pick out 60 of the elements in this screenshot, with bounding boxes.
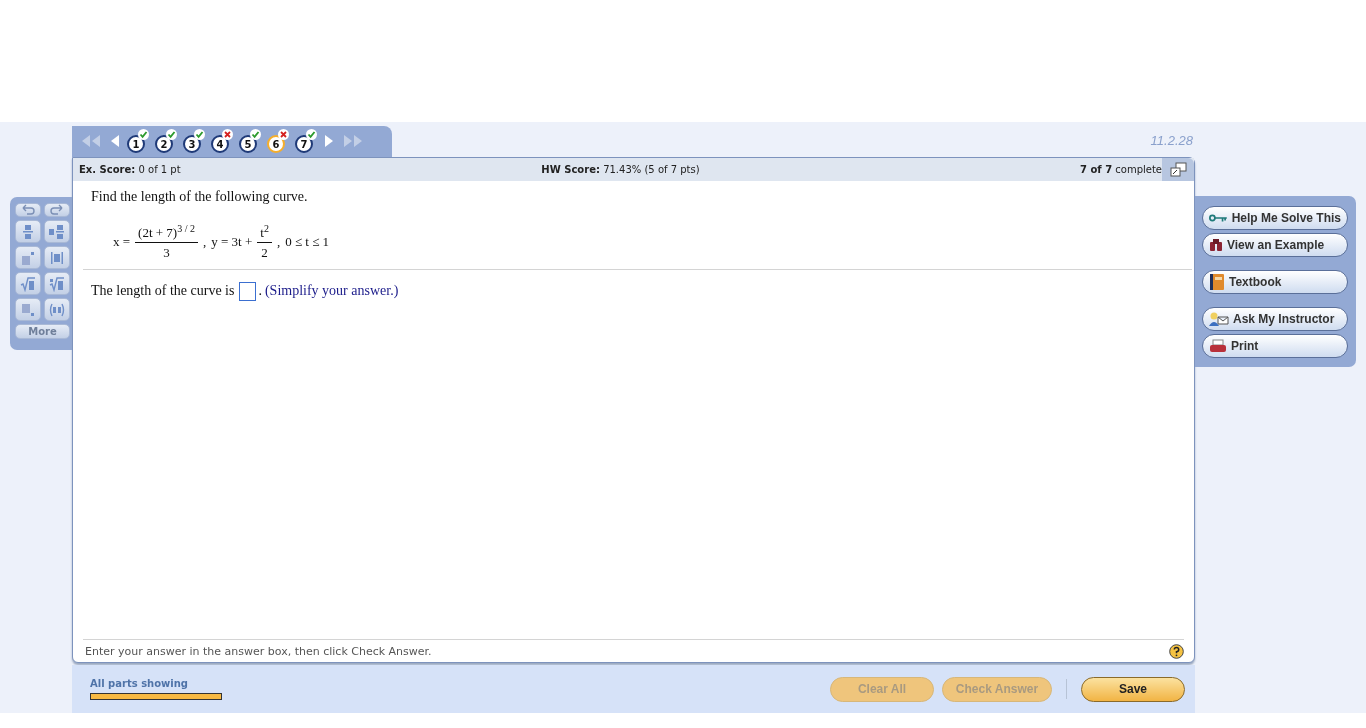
formula-text: , [203,233,207,250]
completion-status: 7 of 7 complete [1079,163,1162,175]
key-icon [1209,213,1228,223]
ordered-pair-button[interactable] [44,298,70,321]
exercise-score: Ex. Score: 0 of 1 pt [79,163,182,175]
square-root-icon[interactable] [20,275,36,292]
question-number[interactable]: 6 [267,135,285,154]
fraction-icon[interactable] [20,223,36,240]
square-root-button[interactable] [15,272,41,295]
formula-text: y = 3t + [211,233,253,250]
undo-button[interactable] [15,203,41,217]
nth-root-button[interactable] [44,272,70,295]
next-icon[interactable] [323,134,335,149]
question-number[interactable]: 4 [211,135,229,154]
formula-text: x = [113,233,131,250]
instructor-icon [1209,311,1229,327]
undo-icon[interactable] [20,202,36,218]
previous-icon[interactable] [109,134,121,149]
question-number[interactable]: 5 [239,135,257,154]
fraction: t$^{2}$ 2 [257,222,272,262]
exponent-button[interactable] [15,246,41,269]
question-number[interactable]: 1 [127,135,145,154]
question-prompt: Find the length of the following curve. [91,188,309,205]
expand-button[interactable] [1162,157,1194,181]
help-tool-button[interactable]: View an Example [1202,233,1348,257]
printer-icon [1209,339,1227,353]
parts-status: All parts showing [90,678,189,690]
subscript-icon[interactable] [20,301,36,318]
subscript-button[interactable] [15,298,41,321]
answer-punctuation: . [258,283,262,300]
action-button[interactable]: Save [1081,676,1185,702]
question-number[interactable]: 7 [295,135,313,154]
redo-button[interactable] [44,203,70,217]
help-icon[interactable] [1169,643,1184,659]
mixed-number-icon[interactable] [49,223,65,240]
formula-text: , [276,233,281,250]
instructions: Enter your answer in the answer box, then click Check Answer. [85,644,432,658]
question-number[interactable]: 2 [155,135,173,154]
help-tool-button[interactable]: Textbook [1202,270,1348,294]
answer-prompt: The length of the curve is [91,283,235,300]
help-tool-button[interactable]: Help Me Solve This [1202,206,1348,230]
formula-text: 0 ≤ t ≤ 1 [285,233,330,250]
binoculars-icon [1209,238,1223,252]
expand-icon [1169,161,1187,177]
question-version: 11.2.28 [1150,133,1193,148]
answer-field[interactable] [239,281,257,301]
exponent-icon[interactable] [20,249,36,266]
fraction-button[interactable] [15,220,41,243]
answer-hint: (Simplify your answer.) [264,283,399,300]
absolute-value-button[interactable] [44,246,70,269]
book-icon [1209,273,1225,291]
redo-icon[interactable] [49,202,65,218]
help-tool-button[interactable]: Ask My Instructor [1202,307,1348,331]
nth-root-icon[interactable] [49,275,65,292]
ordered-pair-icon[interactable] [49,301,65,318]
absolute-value-icon[interactable] [49,249,65,266]
question-number[interactable]: 3 [183,135,201,154]
help-tool-button[interactable]: Print [1202,334,1348,358]
homework-score: HW Score: 71.43% (5 of 7 pts) [540,163,701,175]
mixed-number-button[interactable] [44,220,70,243]
